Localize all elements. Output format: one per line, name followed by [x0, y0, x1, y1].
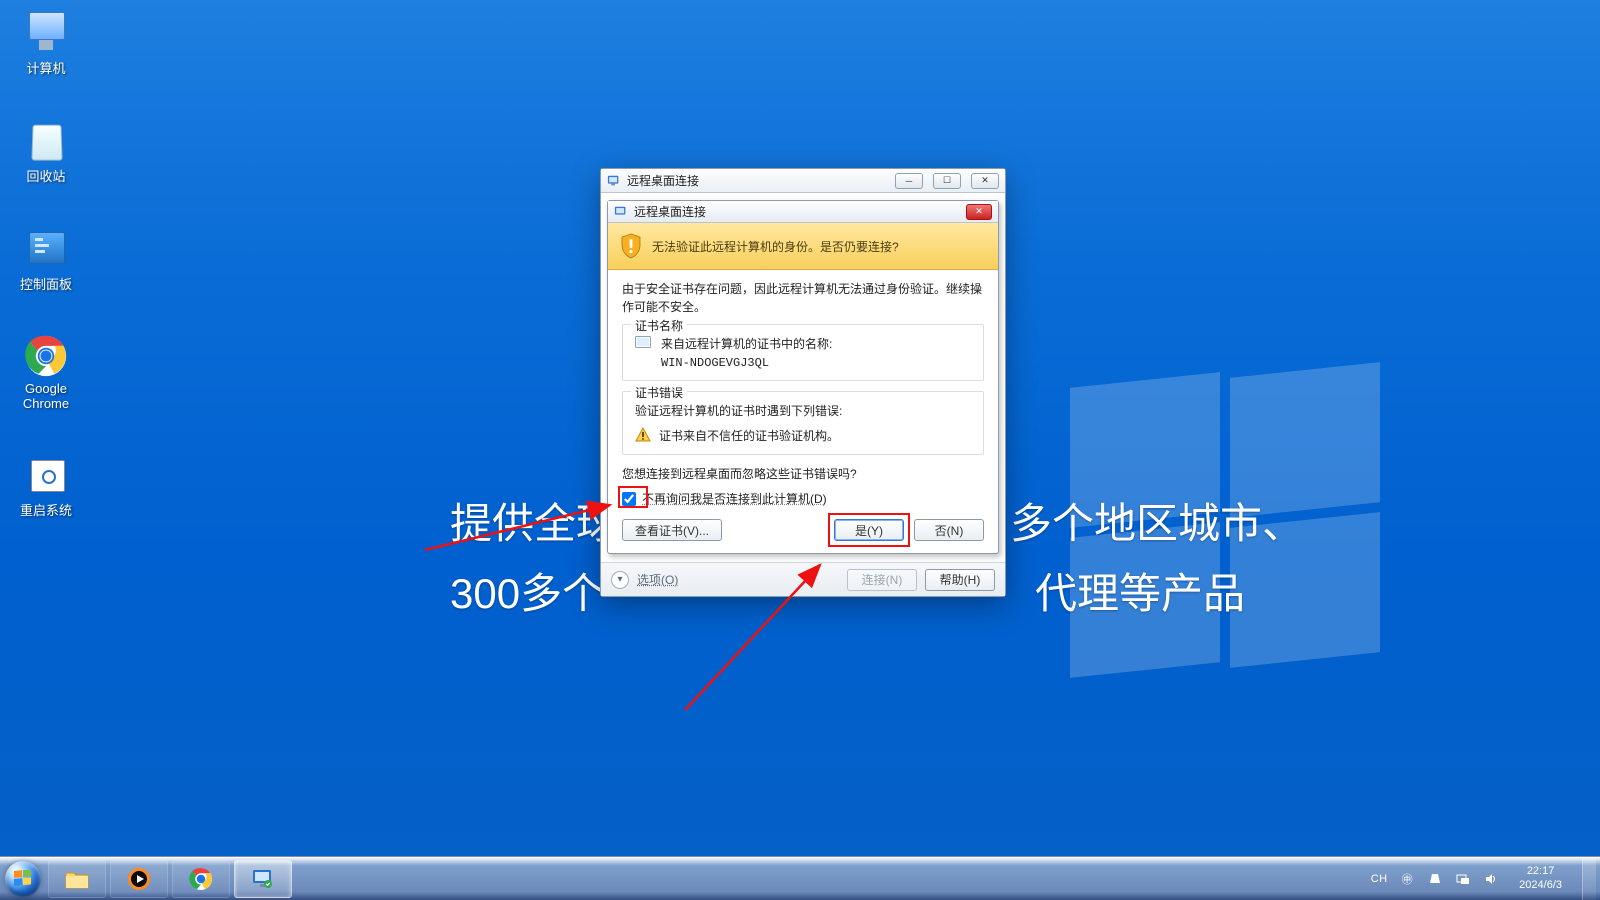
cert-name-legend: 证书名称: [631, 317, 687, 334]
restart-icon: [21, 452, 71, 496]
wallpaper-text-4: 代理等产品: [1035, 560, 1245, 621]
desktop-icon-label: 重启系统: [4, 500, 88, 519]
yes-button[interactable]: 是(Y): [834, 519, 904, 541]
clock-date: 2024/6/3: [1519, 879, 1562, 892]
start-orb-icon: [5, 861, 41, 897]
ime-indicator-icon[interactable]: ㊥: [1399, 871, 1415, 887]
show-desktop-button[interactable]: [1582, 857, 1596, 900]
dont-ask-label[interactable]: 不再询问我是否连接到此计算机(D): [642, 490, 827, 507]
volume-icon[interactable]: [1483, 871, 1499, 887]
connect-button: 连接(N): [847, 569, 917, 591]
network-icon[interactable]: [1455, 871, 1471, 887]
dialog-close-button[interactable]: ✕: [966, 204, 992, 220]
system-tray[interactable]: CH ㊥ 22:17 2024/6/3: [1371, 857, 1600, 900]
wallpaper-text-1: 提供全球: [450, 490, 618, 551]
options-label[interactable]: 选项(O): [637, 571, 678, 588]
desktop-icon-label: 计算机: [4, 58, 88, 77]
cert-error-legend: 证书错误: [631, 384, 687, 401]
taskbar[interactable]: CH ㊥ 22:17 2024/6/3: [0, 856, 1600, 900]
desktop-icon-label: 回收站: [4, 166, 88, 185]
dont-ask-checkbox[interactable]: [622, 492, 636, 506]
cert-error-item: 证书来自不信任的证书验证机构。: [659, 427, 839, 444]
computer-icon: [21, 10, 71, 54]
minimize-button[interactable]: ─: [895, 173, 923, 189]
folder-icon: [64, 866, 90, 892]
taskbar-media-player[interactable]: [110, 860, 168, 898]
desktop[interactable]: 提供全球 多个地区城市、 300多个 代理等产品 计算机 回收站 控制面板 Go…: [0, 0, 1600, 856]
window-titlebar[interactable]: 远程桌面连接 ─ ☐ ✕: [601, 169, 1005, 193]
remote-desktop-window[interactable]: 远程桌面连接 ─ ☐ ✕ 远程桌面连接 ✕ 无法验证此远: [600, 168, 1006, 597]
control-panel-icon: [21, 226, 71, 270]
warning-banner: 无法验证此远程计算机的身份。是否仍要连接?: [608, 223, 998, 270]
desktop-icon-control-panel[interactable]: 控制面板: [4, 226, 88, 293]
dialog-titlebar[interactable]: 远程桌面连接 ✕: [608, 201, 998, 223]
desktop-icon-recycle-bin[interactable]: 回收站: [4, 118, 88, 185]
language-indicator[interactable]: CH: [1371, 871, 1387, 887]
maximize-button[interactable]: ☐: [933, 173, 961, 189]
taskbar-remote-desktop[interactable]: [234, 860, 292, 898]
desktop-icon-label: Google Chrome: [4, 382, 88, 412]
taskbar-explorer[interactable]: [48, 860, 106, 898]
view-certificate-button[interactable]: 查看证书(V)...: [622, 519, 722, 541]
window-footer: ▾ 选项(O) 连接(N) 帮助(H): [601, 562, 1005, 596]
cert-name-group: 证书名称 来自远程计算机的证书中的名称: WIN-NDOGEVGJ3QL: [622, 324, 984, 381]
taskbar-chrome[interactable]: [172, 860, 230, 898]
clock[interactable]: 22:17 2024/6/3: [1511, 865, 1570, 891]
start-button[interactable]: [0, 857, 46, 900]
certificate-warning-dialog[interactable]: 远程桌面连接 ✕ 无法验证此远程计算机的身份。是否仍要连接? 由于安全证书存在问…: [607, 200, 999, 554]
wallpaper-text-3: 300多个: [450, 560, 604, 621]
rdc-icon: [614, 205, 628, 219]
cert-error-group: 证书错误 验证远程计算机的证书时遇到下列错误: 证书来自不信任的证书验证机构。: [622, 391, 984, 455]
options-disclosure-button[interactable]: ▾: [611, 571, 629, 589]
dialog-title: 远程桌面连接: [634, 203, 960, 220]
help-button[interactable]: 帮助(H): [925, 569, 995, 591]
clock-time: 22:17: [1519, 865, 1562, 878]
desktop-icon-restart-system[interactable]: 重启系统: [4, 452, 88, 519]
shield-warning-icon: [620, 233, 642, 259]
close-button[interactable]: ✕: [971, 173, 999, 189]
desktop-icon-chrome[interactable]: Google Chrome: [4, 334, 88, 412]
desktop-icon-computer[interactable]: 计算机: [4, 10, 88, 77]
warning-message: 无法验证此远程计算机的身份。是否仍要连接?: [652, 238, 899, 255]
confirmation-prompt: 您想连接到远程桌面而忽略这些证书错误吗?: [622, 465, 984, 482]
chrome-icon: [188, 866, 214, 892]
chrome-icon: [21, 334, 71, 378]
window-title: 远程桌面连接: [627, 172, 885, 189]
action-center-icon[interactable]: [1427, 871, 1443, 887]
media-player-icon: [126, 866, 152, 892]
wallpaper-text-2: 多个地区城市、: [1010, 490, 1304, 551]
rdc-icon: [607, 174, 621, 188]
warning-triangle-icon: [635, 427, 651, 443]
certificate-icon: [635, 335, 653, 351]
cert-name-desc: 来自远程计算机的证书中的名称:: [661, 335, 832, 352]
cert-error-desc: 验证远程计算机的证书时遇到下列错误:: [635, 402, 971, 419]
rdc-icon: [250, 866, 276, 892]
recycle-bin-icon: [21, 118, 71, 162]
cert-name-value: WIN-NDOGEVGJ3QL: [661, 356, 832, 370]
desktop-icon-label: 控制面板: [4, 274, 88, 293]
explanation-text: 由于安全证书存在问题，因此远程计算机无法通过身份验证。继续操作可能不安全。: [622, 280, 984, 316]
no-button[interactable]: 否(N): [914, 519, 984, 541]
